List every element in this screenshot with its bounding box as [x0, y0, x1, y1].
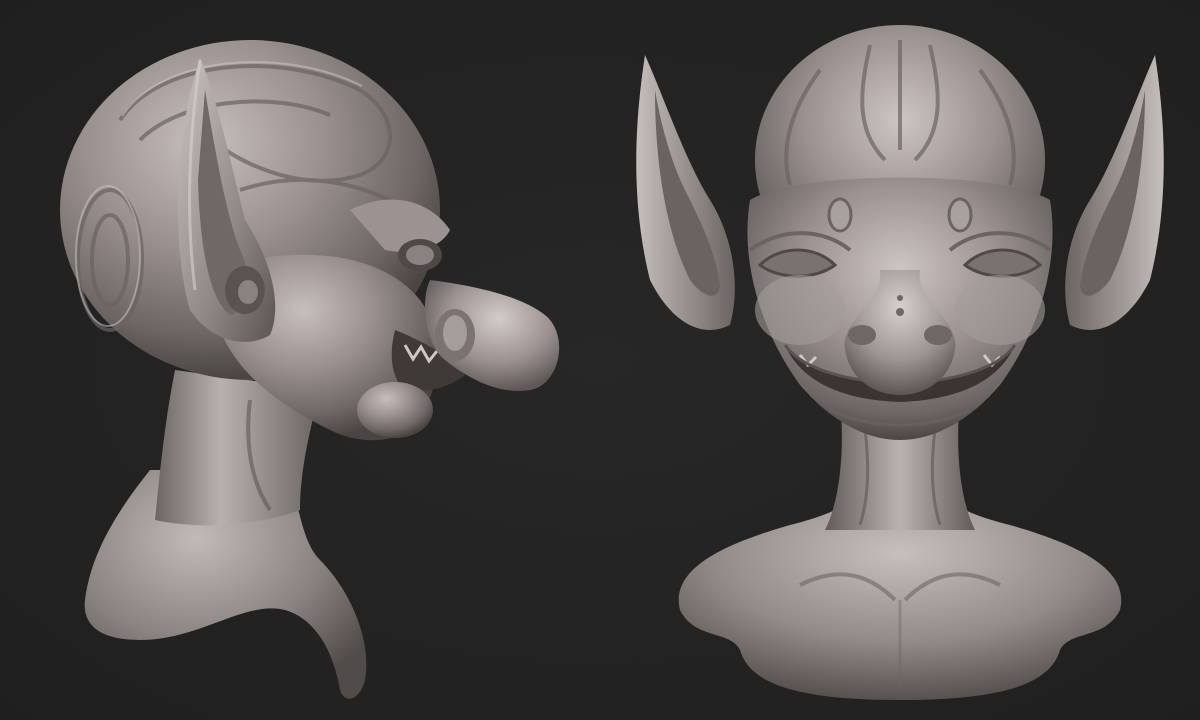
goblin-side-sculpt — [60, 40, 560, 699]
goblin-front-view — [600, 0, 1200, 720]
goblin-side-view — [0, 0, 600, 720]
viewport-canvas — [0, 0, 1200, 720]
goblin-front-sculpt — [636, 25, 1164, 700]
